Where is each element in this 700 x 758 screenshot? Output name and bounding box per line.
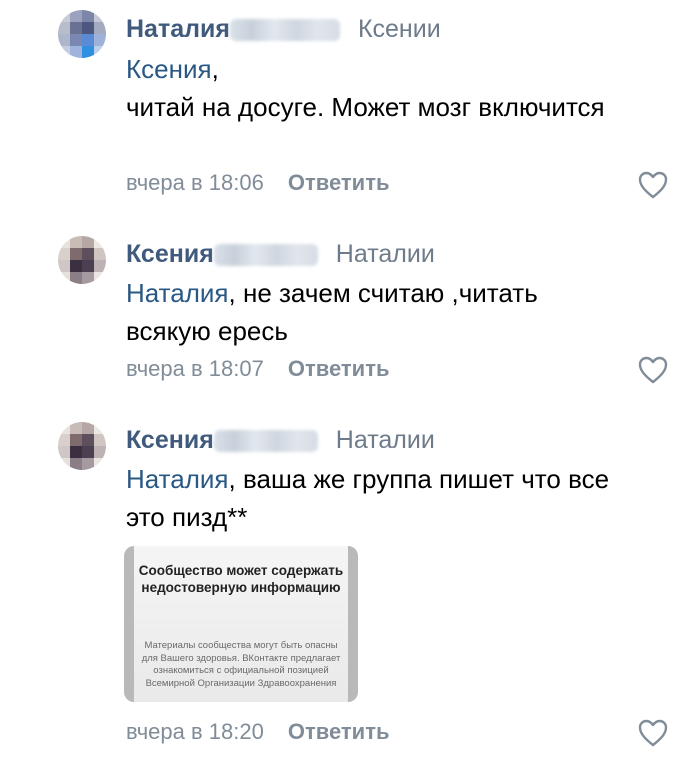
attachment-body: Материалы сообщества могут быть опасны д… xyxy=(141,640,341,689)
comment-header: Ксения Наталии xyxy=(126,240,435,272)
author-name[interactable]: Наталия xyxy=(126,15,230,43)
comment-header: Ксения Наталии xyxy=(126,426,435,458)
like-heart-icon[interactable] xyxy=(638,719,668,747)
comment-text: Ксения, читай на досуге. Может мозг вклю… xyxy=(126,50,646,126)
comment-text-part: , xyxy=(211,54,219,84)
comment-text-line: читай на досуге. Может мозг включится xyxy=(126,92,605,122)
attachment-title: Сообщество может содержать недостоверную… xyxy=(138,563,344,595)
reply-button[interactable]: Ответить xyxy=(288,356,390,381)
author-surname-blurred xyxy=(229,18,340,41)
mention-link[interactable]: Наталия xyxy=(126,464,229,494)
reply-button[interactable]: Ответить xyxy=(288,170,390,195)
avatar[interactable] xyxy=(58,236,106,284)
comment-date: вчера в 18:07 xyxy=(126,356,264,381)
avatar[interactable] xyxy=(58,422,106,470)
like-heart-icon[interactable] xyxy=(638,356,668,384)
reply-to-name[interactable]: Ксении xyxy=(358,15,441,43)
comment-date: вчера в 18:06 xyxy=(126,170,264,195)
author-surname-blurred xyxy=(213,243,318,266)
comment-meta: вчера в 18:07 Ответить xyxy=(126,356,390,382)
avatar[interactable] xyxy=(58,10,106,58)
mention-link[interactable]: Наталия xyxy=(126,278,229,308)
comment-header: Наталия Ксении xyxy=(126,15,441,47)
mention-link[interactable]: Ксения xyxy=(126,54,212,84)
like-heart-icon[interactable] xyxy=(638,171,668,199)
author-surname-blurred xyxy=(213,429,318,452)
comment-text: Наталия, не зачем считаю ,читать всякую … xyxy=(126,274,606,350)
author-name[interactable]: Ксения xyxy=(126,426,214,454)
reply-to-name[interactable]: Наталии xyxy=(336,240,435,268)
author-name[interactable]: Ксения xyxy=(126,240,214,268)
reply-button[interactable]: Ответить xyxy=(288,719,390,744)
attachment-edge xyxy=(124,546,134,702)
comment-meta: вчера в 18:20 Ответить xyxy=(126,719,390,745)
comment-date: вчера в 18:20 xyxy=(126,719,264,744)
reply-to-name[interactable]: Наталии xyxy=(336,426,435,454)
comment-meta: вчера в 18:06 Ответить xyxy=(126,170,390,196)
attachment-image[interactable]: Сообщество может содержать недостоверную… xyxy=(124,546,358,702)
attachment-edge xyxy=(348,546,358,702)
comment-text: Наталия, ваша же группа пишет что все эт… xyxy=(126,460,626,536)
